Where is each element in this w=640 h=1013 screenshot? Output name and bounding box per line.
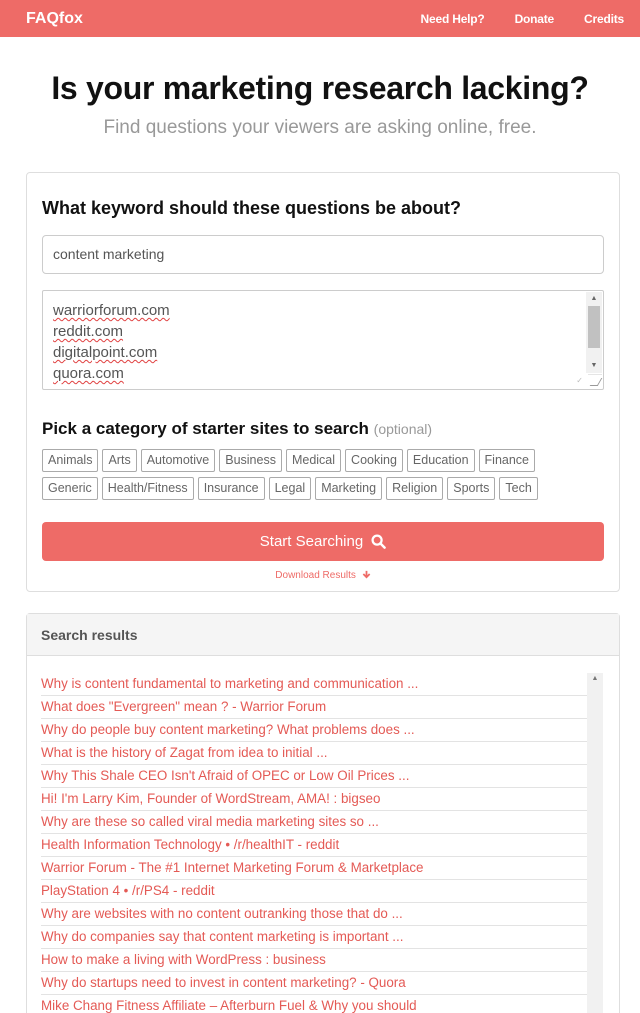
result-link[interactable]: How to make a living with WordPress : bu… [41, 949, 602, 972]
page-title: Is your marketing research lacking? [51, 70, 589, 106]
category-button-medical[interactable]: Medical [285, 449, 342, 472]
category-button-religion[interactable]: Religion [386, 477, 444, 500]
category-button-health-fitness[interactable]: Health/Fitness [101, 477, 194, 500]
category-label-text: Pick a category of starter sites to sear… [42, 419, 369, 438]
start-searching-button[interactable]: Start Searching [42, 522, 604, 561]
category-label: Pick a category of starter sites to sear… [42, 419, 604, 439]
results-scrollbar[interactable]: ▲ [587, 673, 603, 1013]
result-link[interactable]: What does "Evergreen" mean ? - Warrior F… [41, 696, 602, 719]
category-button-finance[interactable]: Finance [478, 449, 536, 472]
scroll-up-icon[interactable]: ▲ [586, 293, 602, 305]
category-button-insurance[interactable]: Insurance [197, 477, 265, 500]
category-button-generic[interactable]: Generic [42, 477, 98, 500]
nav-links: Need Help? Donate Credits [391, 12, 625, 26]
result-link[interactable]: Why are these so called viral media mark… [41, 811, 602, 834]
scrollbar-thumb[interactable] [588, 306, 600, 348]
category-button-sports[interactable]: Sports [447, 477, 496, 500]
sites-list: warriorforum.com reddit.com digitalpoint.c… [53, 300, 573, 384]
keyword-input[interactable]: content marketing [42, 235, 604, 274]
result-link[interactable]: PlayStation 4 • /r/PS4 - reddit [41, 880, 602, 903]
category-button-marketing[interactable]: Marketing [315, 477, 383, 500]
result-link[interactable]: Why This Shale CEO Isn't Afraid of OPEC … [41, 765, 602, 788]
brand-logo[interactable]: FAQfox [26, 10, 83, 28]
download-results-link[interactable]: Download Results [42, 570, 604, 581]
optional-label: (optional) [373, 421, 433, 437]
category-button-tech[interactable]: Tech [499, 477, 538, 500]
site-entry: quora.com [53, 365, 124, 382]
results-panel: Search results Why is content fundamenta… [26, 613, 620, 1013]
scroll-up-icon[interactable]: ▲ [587, 675, 603, 682]
spellcheck-icon: ✓ [576, 376, 583, 385]
result-link[interactable]: Warrior Forum - The #1 Internet Marketin… [41, 857, 602, 880]
download-results-label: Download Results [275, 570, 356, 581]
category-buttons: Animals Arts Automotive Business Medical Cook… [42, 449, 582, 505]
category-button-cooking[interactable]: Cooking [345, 449, 403, 472]
site-entry: reddit.com [53, 323, 124, 340]
start-searching-label: Start Searching [259, 533, 364, 550]
sites-scrollbar[interactable]: ▲ ▼ [586, 292, 602, 373]
nav-link-need-help[interactable]: Need Help? [421, 12, 485, 26]
result-link[interactable]: Why do people buy content marketing? Wha… [41, 719, 602, 742]
category-button-education[interactable]: Education [406, 449, 475, 472]
result-link[interactable]: Why do companies say that content market… [41, 926, 602, 949]
category-button-legal[interactable]: Legal [268, 477, 312, 500]
result-link[interactable]: What is the history of Zagat from idea t… [41, 742, 602, 765]
arrow-down-icon [362, 570, 370, 579]
category-button-automotive[interactable]: Automotive [140, 449, 216, 472]
result-link[interactable]: Health Information Technology • /r/healt… [41, 834, 602, 857]
result-link[interactable]: Mike Chang Fitness Affiliate – Afterburn… [41, 995, 602, 1013]
site-entry: warriorforum.com [53, 302, 170, 319]
category-button-animals[interactable]: Animals [42, 449, 99, 472]
category-button-arts[interactable]: Arts [102, 449, 137, 472]
search-icon [371, 534, 386, 549]
resize-handle-icon[interactable] [588, 374, 602, 388]
navbar: FAQfox Need Help? Donate Credits [0, 0, 640, 37]
nav-link-donate[interactable]: Donate [515, 12, 555, 26]
result-link[interactable]: Hi! I'm Larry Kim, Founder of WordStream… [41, 788, 602, 811]
scroll-down-icon[interactable]: ▼ [586, 360, 602, 372]
results-list: Why is content fundamental to marketing … [41, 673, 602, 1013]
nav-link-credits[interactable]: Credits [584, 12, 624, 26]
page-subtitle: Find questions your viewers are asking o… [103, 117, 537, 138]
result-link[interactable]: Why do startups need to invest in conten… [41, 972, 602, 995]
keyword-label: What keyword should these questions be a… [42, 198, 462, 218]
result-link[interactable]: Why is content fundamental to marketing … [41, 673, 602, 696]
site-entry: digitalpoint.com [53, 344, 158, 361]
result-link[interactable]: Why are websites with no content outrank… [41, 903, 602, 926]
sites-textarea[interactable]: warriorforum.com reddit.com digitalpoint.c… [42, 290, 604, 390]
category-button-business[interactable]: Business [219, 449, 282, 472]
results-header: Search results [27, 614, 619, 656]
hero: Is your marketing research lacking? Find… [0, 37, 640, 139]
search-panel: What keyword should these questions be a… [26, 172, 620, 592]
